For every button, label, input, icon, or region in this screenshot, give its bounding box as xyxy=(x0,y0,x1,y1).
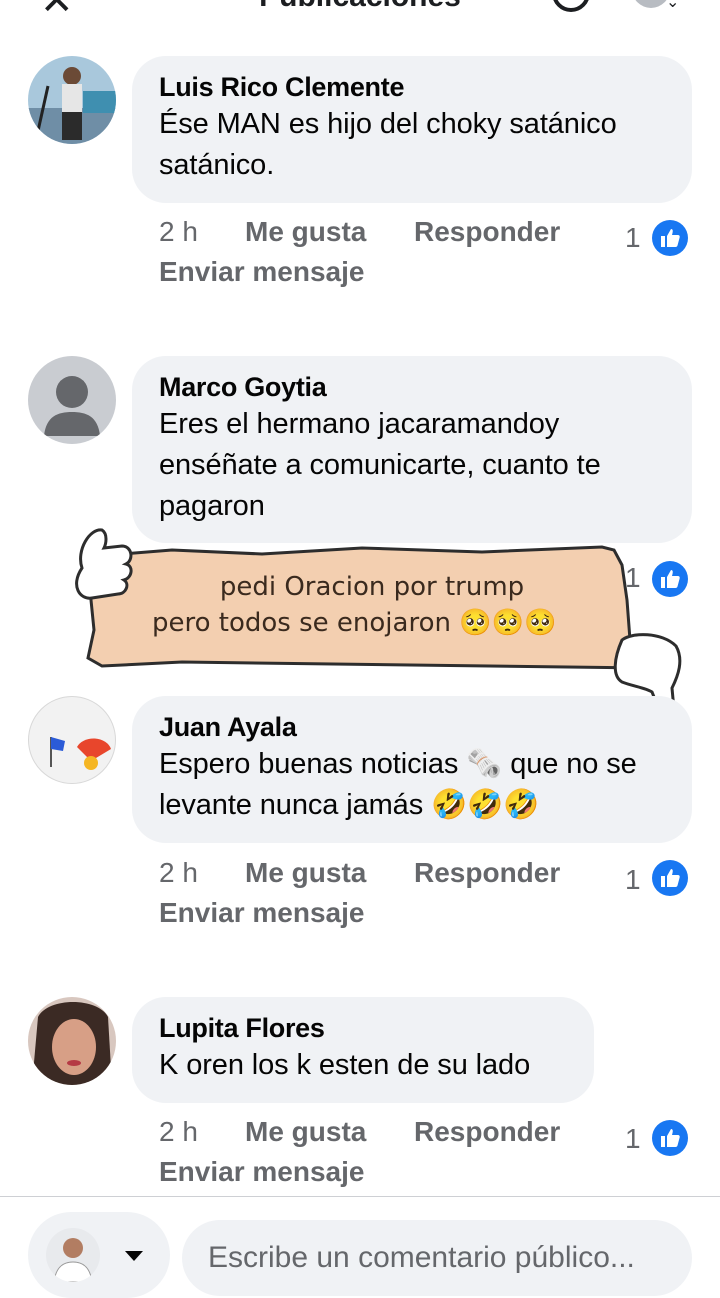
comment-author[interactable]: Lupita Flores xyxy=(159,1011,568,1045)
meme-sticker: pedi Oracion por trump pero todos se eno… xyxy=(62,520,692,725)
reply-button[interactable]: Responder xyxy=(414,857,560,889)
reaction-count[interactable]: 1 xyxy=(625,864,641,896)
like-button[interactable]: Me gusta xyxy=(245,216,366,248)
thumbs-up-icon[interactable] xyxy=(652,1120,688,1156)
comment-as-selector[interactable] xyxy=(28,1212,170,1298)
comment-bubble: Lupita Flores K oren los k esten de su l… xyxy=(132,997,594,1103)
comment-input[interactable]: Escribe un comentario público... xyxy=(182,1220,692,1296)
reply-button[interactable]: Responder xyxy=(414,1116,560,1148)
send-message-button[interactable]: Enviar mensaje xyxy=(159,897,364,929)
avatar xyxy=(46,1228,100,1282)
chevron-down-icon[interactable]: ⌄ xyxy=(666,0,679,12)
comment-time[interactable]: 2 h xyxy=(159,1116,198,1148)
comment-text: Espero buenas noticias 🗞️ que no se leva… xyxy=(159,748,637,821)
comment-text: K oren los k esten de su lado xyxy=(159,1049,531,1081)
comment-author[interactable]: Luis Rico Clemente xyxy=(159,70,666,104)
like-button[interactable]: Me gusta xyxy=(245,857,366,889)
avatar[interactable] xyxy=(28,997,116,1085)
avatar[interactable] xyxy=(28,356,116,444)
reaction-count[interactable]: 1 xyxy=(625,1123,641,1155)
caret-down-icon xyxy=(125,1251,143,1261)
top-bar: ✕ Publicaciones ⌄ xyxy=(0,0,720,14)
avatar[interactable] xyxy=(28,696,116,784)
comment-text: Eres el hermano jacaramandoy enséñate a … xyxy=(159,408,601,522)
avatar[interactable] xyxy=(28,56,116,144)
thumbs-up-hand-icon xyxy=(75,528,133,600)
comment-time[interactable]: 2 h xyxy=(159,857,198,889)
comment-author[interactable]: Juan Ayala xyxy=(159,710,666,744)
comment-text: Ése MAN es hijo del choky satánico satán… xyxy=(159,108,617,181)
comment-author[interactable]: Marco Goytia xyxy=(159,370,666,404)
reply-button[interactable]: Responder xyxy=(414,216,560,248)
composer-divider xyxy=(0,1196,720,1197)
reaction-count[interactable]: 1 xyxy=(625,222,641,254)
meme-text-line-2: pero todos se enojaron 🥺🥺🥺 xyxy=(152,608,557,638)
comment-bubble: Marco Goytia Eres el hermano jacaramando… xyxy=(132,356,692,543)
page-title: Publicaciones xyxy=(0,0,720,14)
thumbs-up-icon[interactable] xyxy=(652,860,688,896)
comment-time[interactable]: 2 h xyxy=(159,216,198,248)
send-message-button[interactable]: Enviar mensaje xyxy=(159,1156,364,1188)
comment-bubble: Juan Ayala Espero buenas noticias 🗞️ que… xyxy=(132,696,692,843)
comment-bubble: Luis Rico Clemente Ése MAN es hijo del c… xyxy=(132,56,692,203)
meme-text-line-1: pedi Oracion por trump xyxy=(219,572,525,602)
like-button[interactable]: Me gusta xyxy=(245,1116,366,1148)
thumbs-up-icon[interactable] xyxy=(652,220,688,256)
send-message-button[interactable]: Enviar mensaje xyxy=(159,256,364,288)
